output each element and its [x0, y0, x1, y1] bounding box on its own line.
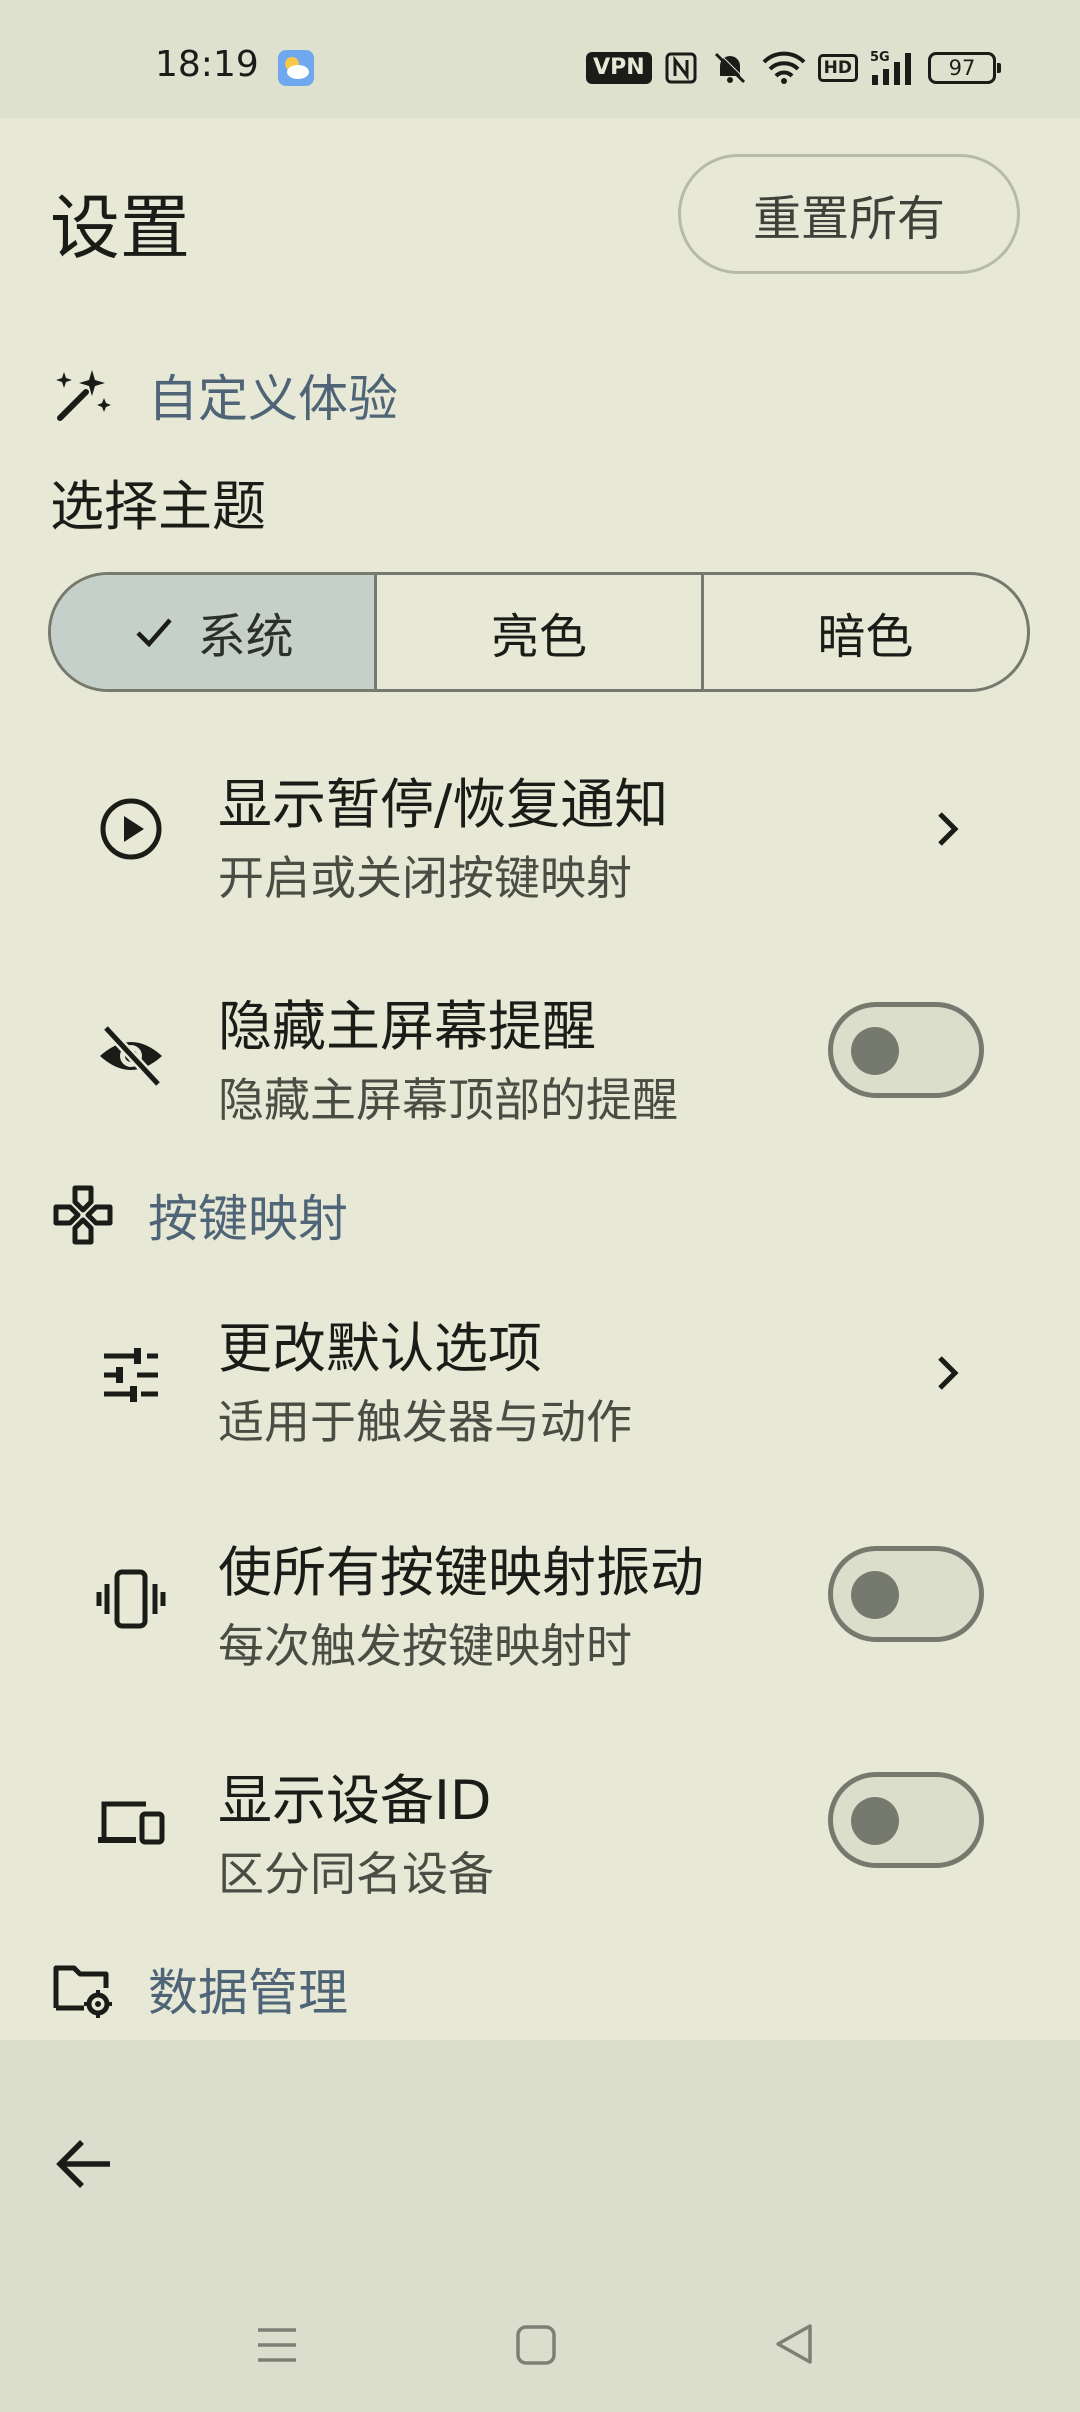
section-data-management: 数据管理: [52, 1954, 348, 2024]
row-subtitle: 每次触发按键映射时: [218, 1619, 632, 1673]
settings-row-hide-home-alert[interactable]: 隐藏主屏幕提醒 隐藏主屏幕顶部的提醒: [0, 954, 1080, 1154]
section-customize-label: 自定义体验: [148, 370, 398, 428]
nfc-icon: [665, 52, 697, 84]
chevron-right-icon: [938, 812, 959, 846]
row-subtitle: 区分同名设备: [218, 1847, 494, 1901]
battery-indicator: 97: [928, 52, 1001, 84]
nav-home-icon[interactable]: [513, 2322, 559, 2368]
theme-option-light[interactable]: 亮色: [374, 575, 700, 689]
folder-settings-icon: [53, 1965, 112, 2018]
tune-icon: [104, 1348, 158, 1402]
nav-back-icon[interactable]: [770, 2320, 818, 2368]
signal-icon: 5G: [870, 50, 911, 85]
magic-wand-icon: [56, 370, 111, 421]
row-title: 更改默认选项: [218, 1317, 542, 1380]
vibrate-all-toggle[interactable]: [828, 1546, 984, 1642]
theme-label: 选择主题: [50, 475, 266, 538]
row-title: 隐藏主屏幕提醒: [218, 995, 596, 1058]
chevron-right-icon: [938, 1356, 959, 1390]
theme-option-label: 暗色: [817, 609, 914, 665]
section-keymaps: 按键映射: [52, 1180, 348, 1250]
theme-option-system[interactable]: 系统: [51, 575, 375, 689]
row-title: 使所有按键映射振动: [218, 1541, 704, 1604]
row-subtitle: 适用于触发器与动作: [218, 1395, 632, 1449]
reset-all-button[interactable]: 重置所有: [678, 154, 1020, 274]
theme-option-label: 系统: [197, 609, 294, 665]
network-type: 5G: [870, 50, 890, 65]
row-title: 显示暂停/恢复通知: [218, 773, 669, 836]
settings-row-show-device-id[interactable]: 显示设备ID 区分同名设备: [0, 1726, 1080, 1926]
weather-icon: [278, 50, 314, 86]
section-keymaps-label: 按键映射: [148, 1190, 348, 1248]
wifi-icon: [762, 51, 806, 84]
settings-row-vibrate-all-keymaps[interactable]: 使所有按键映射振动 每次触发按键映射时: [0, 1500, 1080, 1700]
settings-row-pause-resume-notification[interactable]: 显示暂停/恢复通知 开启或关闭按键映射: [0, 730, 1080, 930]
theme-option-label: 亮色: [490, 609, 587, 665]
toggle-knob: [851, 1797, 899, 1845]
gamepad-icon: [53, 1185, 113, 1245]
row-subtitle: 开启或关闭按键映射: [218, 851, 632, 905]
play-circle-icon: [100, 798, 162, 860]
eye-off-icon: [100, 1024, 162, 1088]
bell-off-icon: [714, 51, 747, 84]
status-icons: VPN HD 5G 97: [586, 46, 1001, 90]
back-arrow-icon[interactable]: [52, 2132, 116, 2196]
row-subtitle: 隐藏主屏幕顶部的提醒: [218, 1073, 678, 1127]
section-data-label: 数据管理: [148, 1964, 348, 2022]
vpn-badge: VPN: [586, 52, 652, 84]
hd-badge: HD: [817, 54, 858, 82]
theme-option-dark[interactable]: 暗色: [700, 575, 1027, 689]
nav-recents-icon[interactable]: [254, 2322, 300, 2368]
settings-row-change-defaults[interactable]: 更改默认选项 适用于触发器与动作: [0, 1274, 1080, 1474]
theme-selector: 系统 亮色 暗色: [48, 572, 1030, 692]
status-bar: 18:19 VPN HD 5G 97: [0, 0, 1080, 118]
status-time: 18:19: [155, 44, 259, 85]
row-title: 显示设备ID: [218, 1769, 492, 1832]
page-title: 设置: [50, 187, 190, 269]
toggle-knob: [851, 1571, 899, 1619]
check-icon: [136, 618, 172, 648]
show-device-id-toggle[interactable]: [828, 1772, 984, 1868]
toggle-knob: [851, 1027, 899, 1075]
devices-icon: [98, 1801, 165, 1845]
vibrate-icon: [96, 1569, 166, 1629]
hide-home-alert-toggle[interactable]: [828, 1002, 984, 1098]
section-customize: 自定义体验: [52, 360, 398, 430]
